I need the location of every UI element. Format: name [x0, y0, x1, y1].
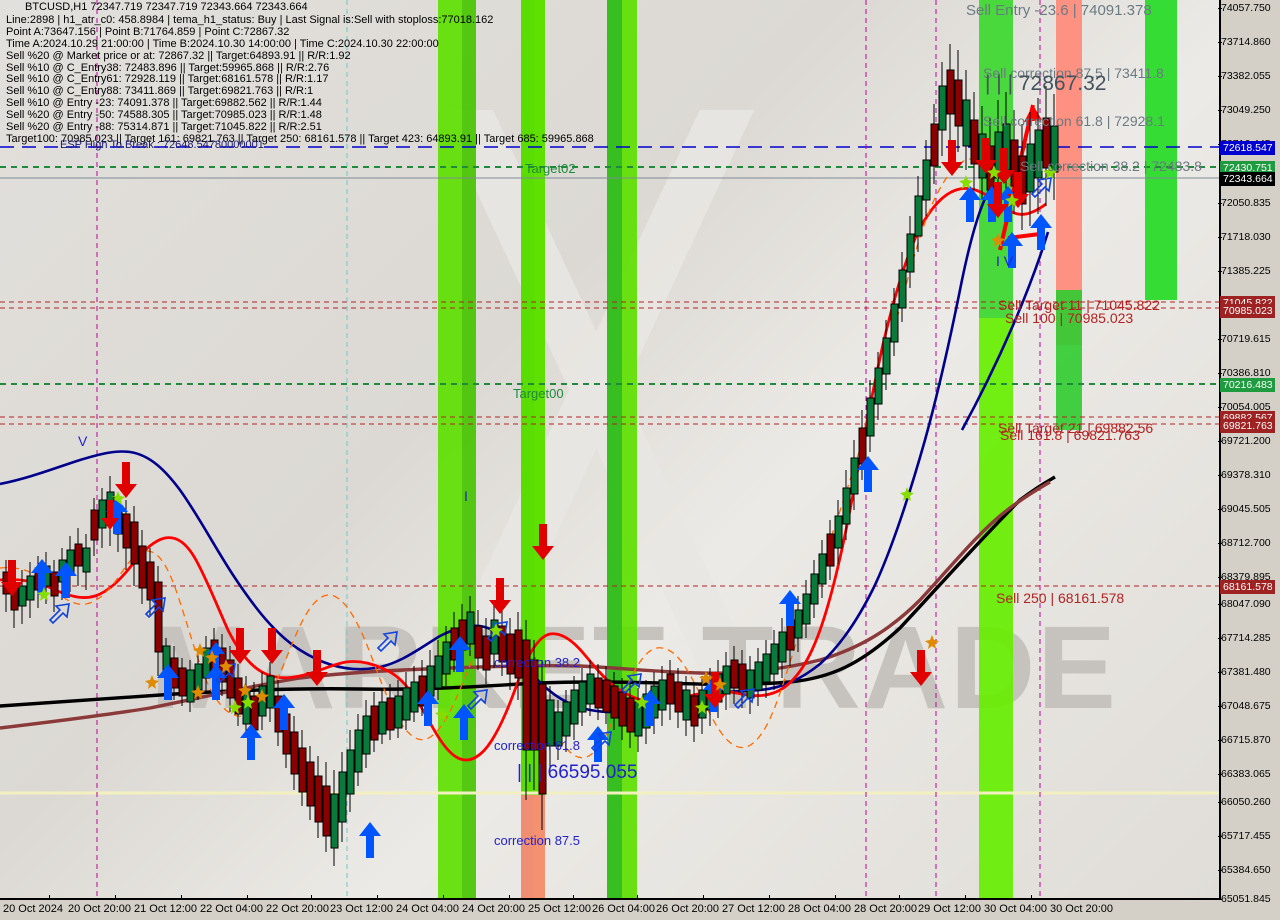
time-tick: 30 Oct 20:00 — [1050, 903, 1113, 915]
info-line: Time A:2024.10.29 21:00:00 | Time B:2024… — [6, 37, 439, 50]
price-tick: 67714.285 — [1218, 632, 1271, 644]
price-badge-sell-250: 68161.578 — [1220, 580, 1275, 594]
price-tick: 72050.835 — [1218, 197, 1271, 209]
price-tick: 69721.200 — [1218, 435, 1271, 447]
annotation-target-00: Target00 — [513, 386, 564, 401]
price-badge-sell-161: 69821.763 — [1220, 419, 1275, 433]
time-tick: 28 Oct 04:00 — [788, 903, 851, 915]
price-tick: 68047.090 — [1218, 598, 1271, 610]
price-tick: 67381.480 — [1218, 666, 1271, 678]
price-badge-target-00: 70216.483 — [1220, 378, 1275, 392]
time-tick: 30 Oct 04:00 — [984, 903, 1047, 915]
annotation-sell-corr-61: Sell correction 61.8 | 72928.1 — [983, 113, 1165, 129]
annotation-sell-100: Sell 100 | 70985.023 — [1005, 310, 1134, 326]
annotation-correction-87: correction 87.5 — [494, 833, 580, 848]
annotation-sell-corr-38: Sell correction 38.2 | 72483.8 — [1020, 158, 1202, 174]
time-tick: 23 Oct 12:00 — [330, 903, 393, 915]
price-tick: 66050.260 — [1218, 796, 1271, 808]
price-tick: 73382.055 — [1218, 70, 1271, 82]
price-tick: 65051.845 — [1218, 893, 1271, 905]
price-tick: 73714.860 — [1218, 36, 1271, 48]
price-tick: 70719.615 — [1218, 333, 1271, 345]
annotation-point-b: | | | 66595.055 — [517, 762, 638, 783]
time-scale[interactable]: 20 Oct 2024 20 Oct 20:00 21 Oct 12:00 22… — [0, 895, 1219, 920]
price-badge-sell-100: 70985.023 — [1220, 304, 1275, 318]
time-tick: 28 Oct 20:00 — [854, 903, 917, 915]
time-tick: 25 Oct 12:00 — [528, 903, 591, 915]
info-line: Point A:73647.156 | Point B:71764.859 | … — [6, 25, 290, 38]
price-tick: 66383.065 — [1218, 768, 1271, 780]
price-scale[interactable]: 74057.750 73714.860 73382.055 73049.250 … — [1218, 0, 1280, 905]
signal-star-icon — [37, 165, 1057, 721]
wave-marker-v: V — [78, 433, 88, 449]
time-tick: 26 Oct 04:00 — [592, 903, 655, 915]
price-tick: 71385.225 — [1218, 265, 1271, 277]
price-tick: 71718.030 — [1218, 231, 1271, 243]
info-line: Sell %20 @ Market price or at: 72867.32 … — [6, 49, 351, 62]
price-tick: 74057.750 — [1218, 2, 1271, 14]
annotation-sell-250: Sell 250 | 68161.578 — [996, 590, 1125, 606]
price-tick: 66715.870 — [1218, 734, 1271, 746]
chart-window: MARKET TRADE Sell Entry -23.6 | 74091.37… — [0, 0, 1280, 920]
annotation-sell-entry: Sell Entry -23.6 | 74091.378 — [966, 2, 1152, 19]
price-tick: 73049.250 — [1218, 104, 1271, 116]
wave-marker-iv: I V — [996, 253, 1014, 269]
price-badge-bid: 72618.547 — [1220, 141, 1275, 155]
time-tick: 29 Oct 12:00 — [918, 903, 981, 915]
time-tick: 26 Oct 20:00 — [656, 903, 719, 915]
esp-high-to-break-label: ESP High To Break : 72648.54780000001 — [60, 139, 264, 151]
time-tick: 24 Oct 20:00 — [462, 903, 525, 915]
time-tick: 22 Oct 04:00 — [200, 903, 263, 915]
price-tick: 69045.505 — [1218, 503, 1271, 515]
price-tick: 65384.650 — [1218, 864, 1271, 876]
time-tick: 24 Oct 04:00 — [396, 903, 459, 915]
time-tick: 21 Oct 12:00 — [134, 903, 197, 915]
price-tick: 69378.310 — [1218, 469, 1271, 481]
annotation-sell-161: Sell 161.8 | 69821.763 — [1000, 427, 1140, 443]
time-tick: 22 Oct 20:00 — [266, 903, 329, 915]
price-tick: 68712.700 — [1218, 537, 1271, 549]
annotation-correction-38: correction 38.2 — [494, 655, 580, 670]
annotation-correction-61: correction 61.8 — [494, 738, 580, 753]
chart-info-panel: BTCUSD,H1 72347.719 72347.719 72343.664 … — [0, 0, 594, 146]
wave-marker-i: I — [464, 488, 468, 504]
price-tick: 67048.675 — [1218, 700, 1271, 712]
time-tick: 20 Oct 20:00 — [68, 903, 131, 915]
time-tick: 27 Oct 12:00 — [722, 903, 785, 915]
annotation-target-02: Target02 — [525, 161, 576, 176]
price-badge-last: 72343.664 — [1220, 172, 1275, 186]
annotation-point-c: | | | 72867.32 — [985, 72, 1107, 95]
symbol-ohlc-line: BTCUSD,H1 72347.719 72347.719 72343.664 … — [25, 1, 308, 13]
time-tick: 20 Oct 2024 — [3, 903, 63, 915]
price-tick: 65717.455 — [1218, 830, 1271, 842]
